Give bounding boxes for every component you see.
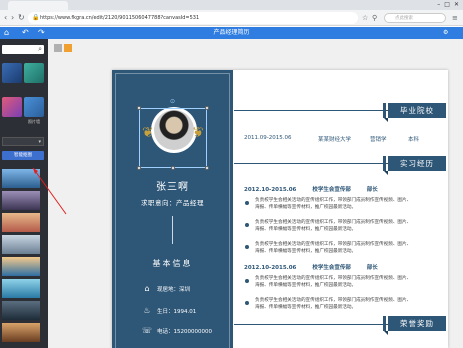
section-rule — [234, 163, 388, 164]
cake-icon: ♨ — [143, 306, 151, 315]
tag-fold — [384, 118, 388, 122]
section-honors-title[interactable]: 荣誉奖励 — [383, 316, 446, 331]
info-residence[interactable]: ⌂ 现居地：深圳 — [142, 284, 190, 293]
info-birthday-text: 生日：1994.01 — [157, 308, 197, 315]
section-rule — [234, 324, 388, 325]
rotate-handle-icon[interactable]: ⊙ — [170, 99, 175, 105]
selection-box[interactable] — [137, 106, 209, 170]
resize-handle[interactable] — [171, 166, 175, 170]
resume-page[interactable]: ❦ ❦ ⊙ 张三啊 求职意向：产品经理 基本信息 ⌂ 现居地：深圳 ♨ 生日：1… — [112, 70, 448, 348]
experience-header[interactable]: 2012.10-2015.06 校学生会宣传部 部长 — [244, 263, 392, 271]
experience-org: 校学生会宣传部 — [312, 265, 351, 271]
experience-bullet[interactable]: 负责校学生会相关活动的宣传组织工作，带领部门成员制作宣传视频、图片、海报、传单横… — [255, 219, 413, 233]
resume-name[interactable]: 张三啊 — [112, 178, 233, 193]
job-intent[interactable]: 求职意向：产品经理 — [112, 197, 233, 207]
bullet-icon — [245, 201, 249, 205]
resume-left-column: ❦ ❦ ⊙ 张三啊 求职意向：产品经理 基本信息 ⌂ 现居地：深圳 ♨ 生日：1… — [112, 70, 233, 348]
info-phone-text: 电话：15200000000 — [157, 328, 212, 335]
section-education-title[interactable]: 毕业院校 — [383, 103, 446, 118]
education-degree[interactable]: 本科 — [408, 135, 419, 143]
resize-handle[interactable] — [205, 106, 209, 110]
section-rule — [234, 110, 388, 111]
experience-period: 2012.10-2015.06 — [244, 265, 297, 271]
info-phone[interactable]: ☏ 电话：15200000000 — [142, 326, 212, 335]
tag-fold — [384, 331, 388, 335]
experience-bullet[interactable]: 负责校学生会相关活动的宣传组织工作，带领部门成员制作宣传视频、图片、海报、传单横… — [255, 297, 413, 311]
experience-bullet[interactable]: 负责校学生会相关活动的宣传组织工作，带领部门成员制作宣传视频、图片、海报、传单横… — [255, 275, 413, 289]
divider — [172, 216, 173, 244]
experience-role: 部长 — [366, 187, 378, 193]
section-experience-title[interactable]: 实习经历 — [383, 156, 446, 171]
tag-fold — [384, 171, 388, 175]
phone-icon: ☏ — [142, 326, 153, 335]
resize-handle[interactable] — [137, 166, 141, 170]
info-birthday[interactable]: ♨ 生日：1994.01 — [142, 306, 196, 315]
experience-bullet[interactable]: 负责校学生会相关活动的宣传组织工作，带领部门成员制作宣传视频、图片、海报、传单横… — [255, 241, 413, 255]
education-major[interactable]: 营销学 — [370, 135, 387, 143]
bullet-icon — [245, 245, 249, 249]
home-icon: ⌂ — [144, 284, 150, 293]
bullet-icon — [245, 279, 249, 283]
info-residence-text: 现居地：深圳 — [157, 286, 191, 293]
experience-period: 2012.10-2015.06 — [244, 187, 297, 193]
experience-header[interactable]: 2012.10-2015.06 校学生会宣传部 部长 — [244, 185, 392, 193]
resize-handle[interactable] — [137, 106, 141, 110]
experience-bullet[interactable]: 负责校学生会相关活动的宣传组织工作，带领部门成员制作宣传视频、图片、海报、传单横… — [255, 197, 413, 211]
resize-handle[interactable] — [205, 166, 209, 170]
bullet-icon — [245, 223, 249, 227]
bullet-icon — [245, 301, 249, 305]
experience-role: 部长 — [366, 265, 378, 271]
education-school[interactable]: 某某财经大学 — [318, 135, 351, 143]
education-period[interactable]: 2011.09-2015.06 — [244, 135, 291, 141]
basic-info-title[interactable]: 基本信息 — [112, 258, 233, 269]
experience-org: 校学生会宣传部 — [312, 187, 351, 193]
